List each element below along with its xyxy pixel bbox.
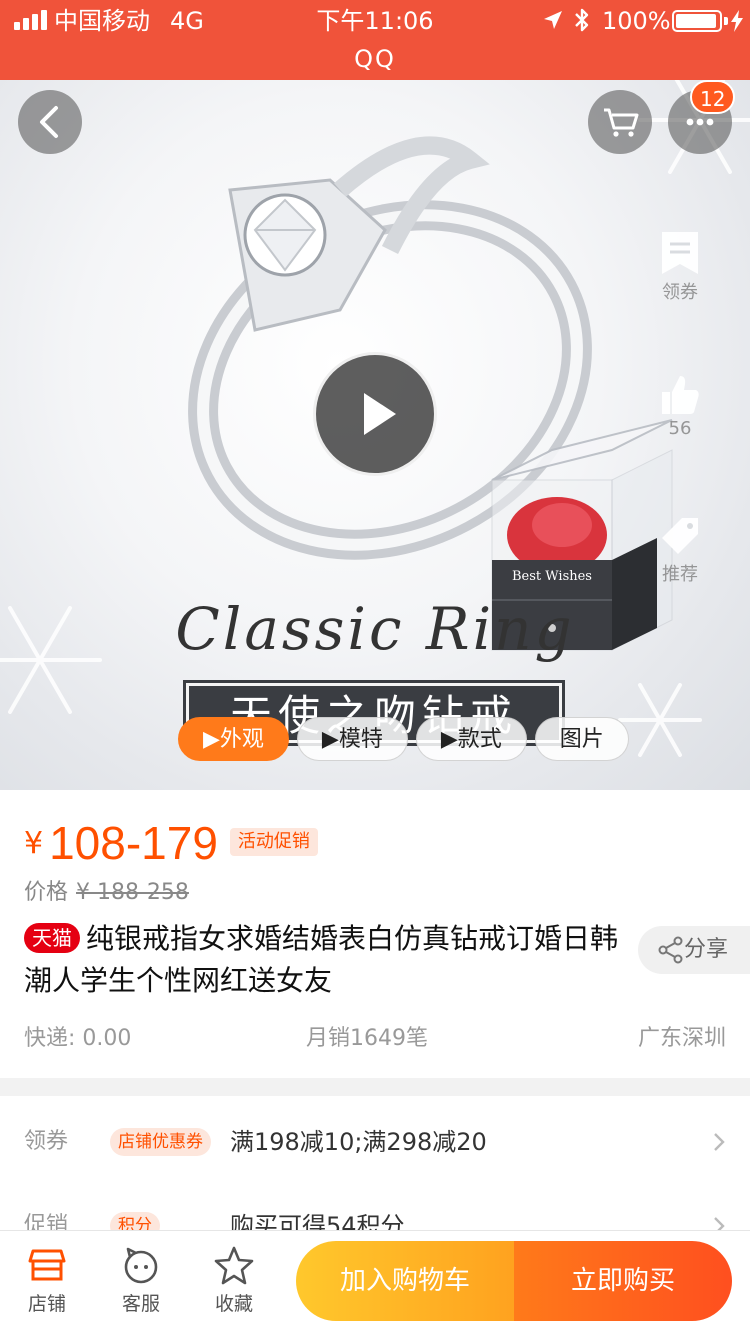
price-row: ¥108-179 活动促销 [24, 816, 318, 870]
chevron-right-icon [714, 1133, 725, 1151]
favorite-button[interactable]: 收藏 [189, 1245, 279, 1316]
promo-tag: 活动促销 [229, 828, 318, 856]
buy-now-button[interactable]: 立即购买 [514, 1241, 732, 1321]
tab-style[interactable]: ▶款式 [415, 717, 527, 761]
store-button[interactable]: 店铺 [2, 1245, 92, 1316]
customer-service-button[interactable]: 客服 [96, 1245, 186, 1316]
battery-icon [672, 10, 722, 32]
original-price-label: 价格 [24, 880, 69, 905]
product-info: ¥108-179 活动促销 价格 ¥ 188-258 天猫 纯银戒指女求婚结婚表白仿真… [0, 790, 750, 1078]
coupon-row[interactable]: 领券 店铺优惠券 满198减10;满298减20 [24, 1122, 726, 1162]
notification-badge: 12 [690, 80, 736, 114]
gallery-tabs: ▶外观 ▶模特 ▶款式 图片 [178, 717, 637, 761]
status-row: 中国移动 4G 下午11:06 100% [0, 0, 750, 42]
gift-box-text: Best Wishes [512, 569, 592, 584]
tab-images[interactable]: 图片 [534, 717, 629, 761]
side-recommend-label: 推荐 [662, 564, 698, 585]
original-price: ¥ 188-258 [76, 880, 189, 905]
play-icon [364, 393, 396, 435]
add-to-cart-button[interactable]: 加入购物车 [296, 1241, 514, 1321]
share-icon [658, 936, 683, 964]
product-page: 中国移动 4G 下午11:06 100% QQ Best Wishes 12 领… [0, 0, 750, 1334]
status-bar: 中国移动 4G 下午11:06 100% QQ [0, 0, 750, 80]
store-label: 店铺 [27, 1293, 66, 1315]
play-video-button[interactable] [313, 352, 437, 476]
ship-from-location: 广东深圳 [637, 1026, 726, 1051]
coupon-label: 领券 [24, 1129, 69, 1154]
tab-model[interactable]: ▶模特 [296, 717, 408, 761]
bottom-action-bar: 店铺 客服 收藏 加入购物车 立即购买 [0, 1230, 750, 1334]
monthly-sales: 月销1649笔 [306, 1026, 428, 1051]
app-title: QQ [354, 45, 396, 73]
coupon-text: 满198减10;满298减20 [230, 1128, 487, 1156]
battery-percent: 100% [602, 7, 671, 35]
side-recommend-button[interactable]: 推荐 [648, 514, 712, 586]
favorite-label: 收藏 [214, 1293, 253, 1315]
chevron-left-icon [40, 106, 58, 138]
back-button[interactable] [18, 90, 82, 154]
cart-button[interactable] [588, 90, 652, 154]
bluetooth-icon [575, 8, 589, 32]
share-label: 分享 [684, 937, 729, 962]
store-icon [28, 1249, 66, 1281]
coupon-icon [662, 232, 698, 274]
product-title: 天猫 纯银戒指女求婚结婚表白仿真钻戒订婚日韩潮人学生个性网红送女友 [24, 918, 624, 1002]
tmall-badge: 天猫 [24, 923, 80, 953]
side-coupon-button[interactable]: 领券 [648, 230, 712, 304]
product-art-title: Classic Ring [175, 595, 575, 663]
product-gallery[interactable]: Best Wishes 12 领券 56 推荐 Classic Ring 天使之… [0, 80, 750, 790]
like-count: 56 [668, 418, 692, 439]
currency-symbol: ¥ [24, 826, 44, 861]
customer-service-icon [124, 1247, 158, 1284]
shipping-fee: 快递: 0.00 [24, 1026, 132, 1051]
side-like-button[interactable]: 56 [648, 372, 712, 439]
charging-icon [731, 10, 743, 32]
original-price-row: 价格 ¥ 188-258 [24, 874, 189, 906]
price-range: 108-179 [49, 817, 218, 869]
battery-tip [724, 17, 728, 25]
tag-icon [662, 518, 698, 554]
share-button[interactable]: 分享 [638, 926, 750, 974]
star-icon [214, 1246, 254, 1285]
location-arrow-icon [544, 11, 562, 29]
store-coupon-tag: 店铺优惠券 [110, 1128, 211, 1156]
customer-service-label: 客服 [121, 1293, 160, 1315]
side-coupon-label: 领券 [662, 282, 698, 303]
tab-appearance[interactable]: ▶外观 [178, 717, 289, 761]
cart-icon [604, 108, 639, 137]
thumbs-up-icon [662, 376, 699, 414]
product-title-text: 纯银戒指女求婚结婚表白仿真钻戒订婚日韩潮人学生个性网红送女友 [24, 922, 619, 997]
